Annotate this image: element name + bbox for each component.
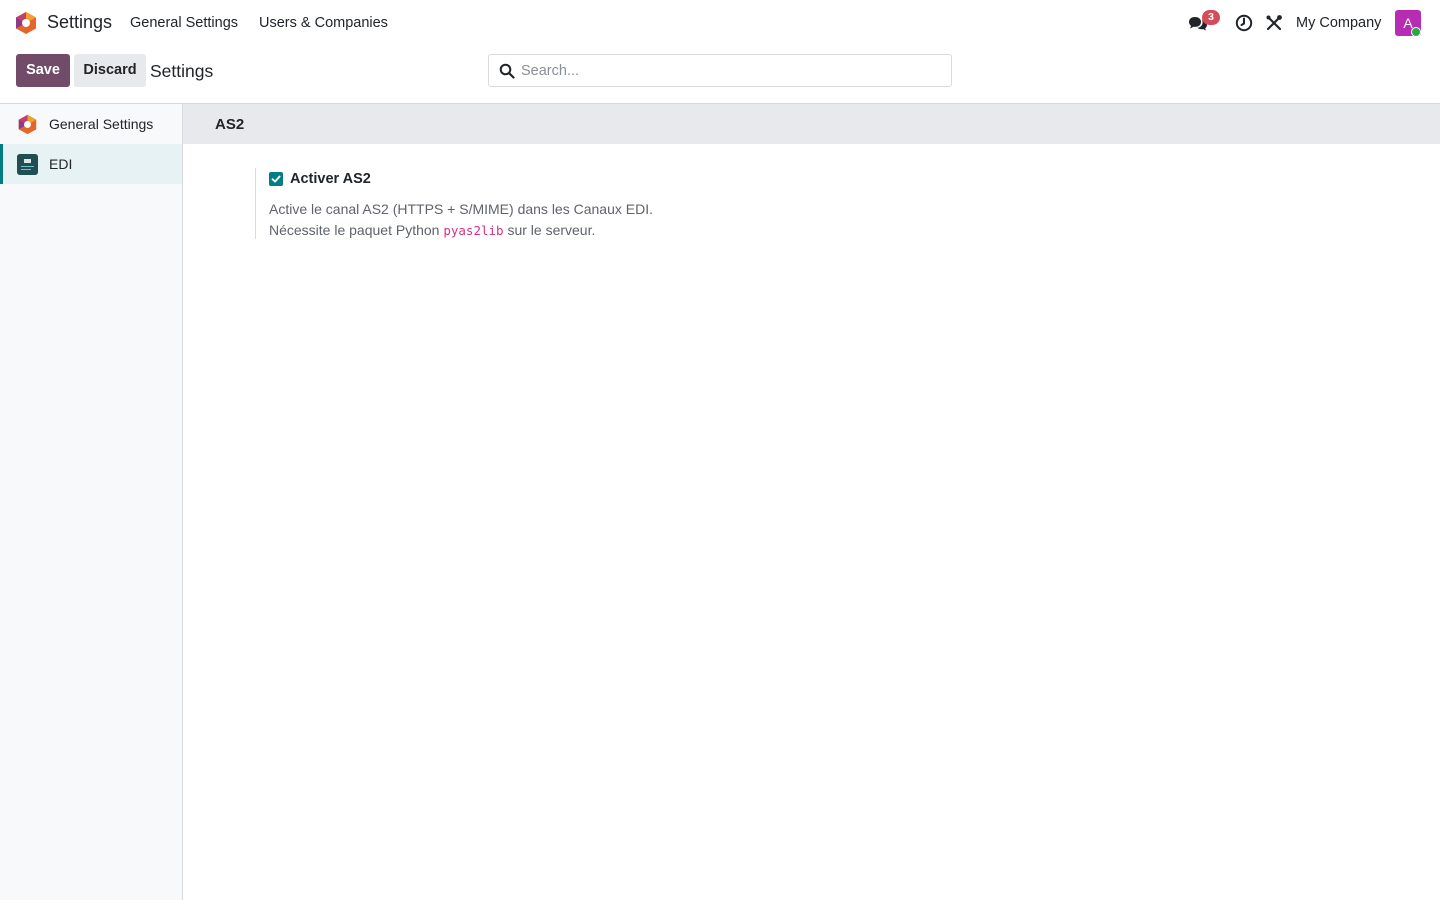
search-input[interactable]	[521, 55, 941, 86]
settings-sidebar: General Settings EDI	[0, 104, 183, 900]
presence-indicator	[1411, 27, 1421, 37]
edi-app-icon	[17, 154, 38, 175]
control-panel: Save Discard Settings	[0, 46, 1440, 104]
setting-description: Active le canal AS2 (HTTPS + S/MIME) dan…	[269, 199, 653, 241]
save-button[interactable]: Save	[16, 54, 70, 87]
odoo-logo-icon[interactable]	[15, 11, 37, 35]
sidebar-item-label: EDI	[49, 156, 73, 172]
check-icon	[271, 175, 281, 183]
description-line-1: Active le canal AS2 (HTTPS + S/MIME) dan…	[269, 201, 653, 217]
sidebar-item-label: General Settings	[49, 116, 154, 132]
section-header: AS2	[183, 104, 1440, 144]
setting-label[interactable]: Activer AS2	[290, 171, 371, 187]
messages-badge: 3	[1202, 10, 1220, 25]
description-text: sur le serveur.	[507, 222, 596, 238]
description-text: Nécessite le paquet Python	[269, 222, 440, 238]
package-name-code: pyas2lib	[443, 223, 504, 238]
menu-general-settings[interactable]: General Settings	[130, 15, 238, 31]
discard-button[interactable]: Discard	[74, 54, 146, 87]
sidebar-item-general-settings[interactable]: General Settings	[0, 104, 182, 144]
description-line-2: Nécessite le paquet Python pyas2lib sur …	[269, 220, 653, 241]
tools-icon[interactable]	[1264, 13, 1284, 33]
top-navbar: Settings General Settings Users & Compan…	[0, 0, 1440, 46]
odoo-logo-icon	[18, 114, 37, 135]
company-switcher[interactable]: My Company	[1296, 15, 1381, 31]
clock-icon[interactable]	[1234, 13, 1254, 33]
app-name[interactable]: Settings	[47, 12, 112, 33]
breadcrumb: Settings	[150, 61, 214, 81]
search-icon	[499, 63, 515, 79]
sidebar-item-edi[interactable]: EDI	[0, 144, 182, 184]
section-title: AS2	[215, 116, 245, 133]
activer-as2-checkbox[interactable]	[269, 172, 283, 186]
setting-activer-as2: Activer AS2 Active le canal AS2 (HTTPS +…	[255, 168, 855, 239]
search-bar[interactable]	[488, 54, 952, 87]
menu-users-companies[interactable]: Users & Companies	[259, 15, 388, 31]
